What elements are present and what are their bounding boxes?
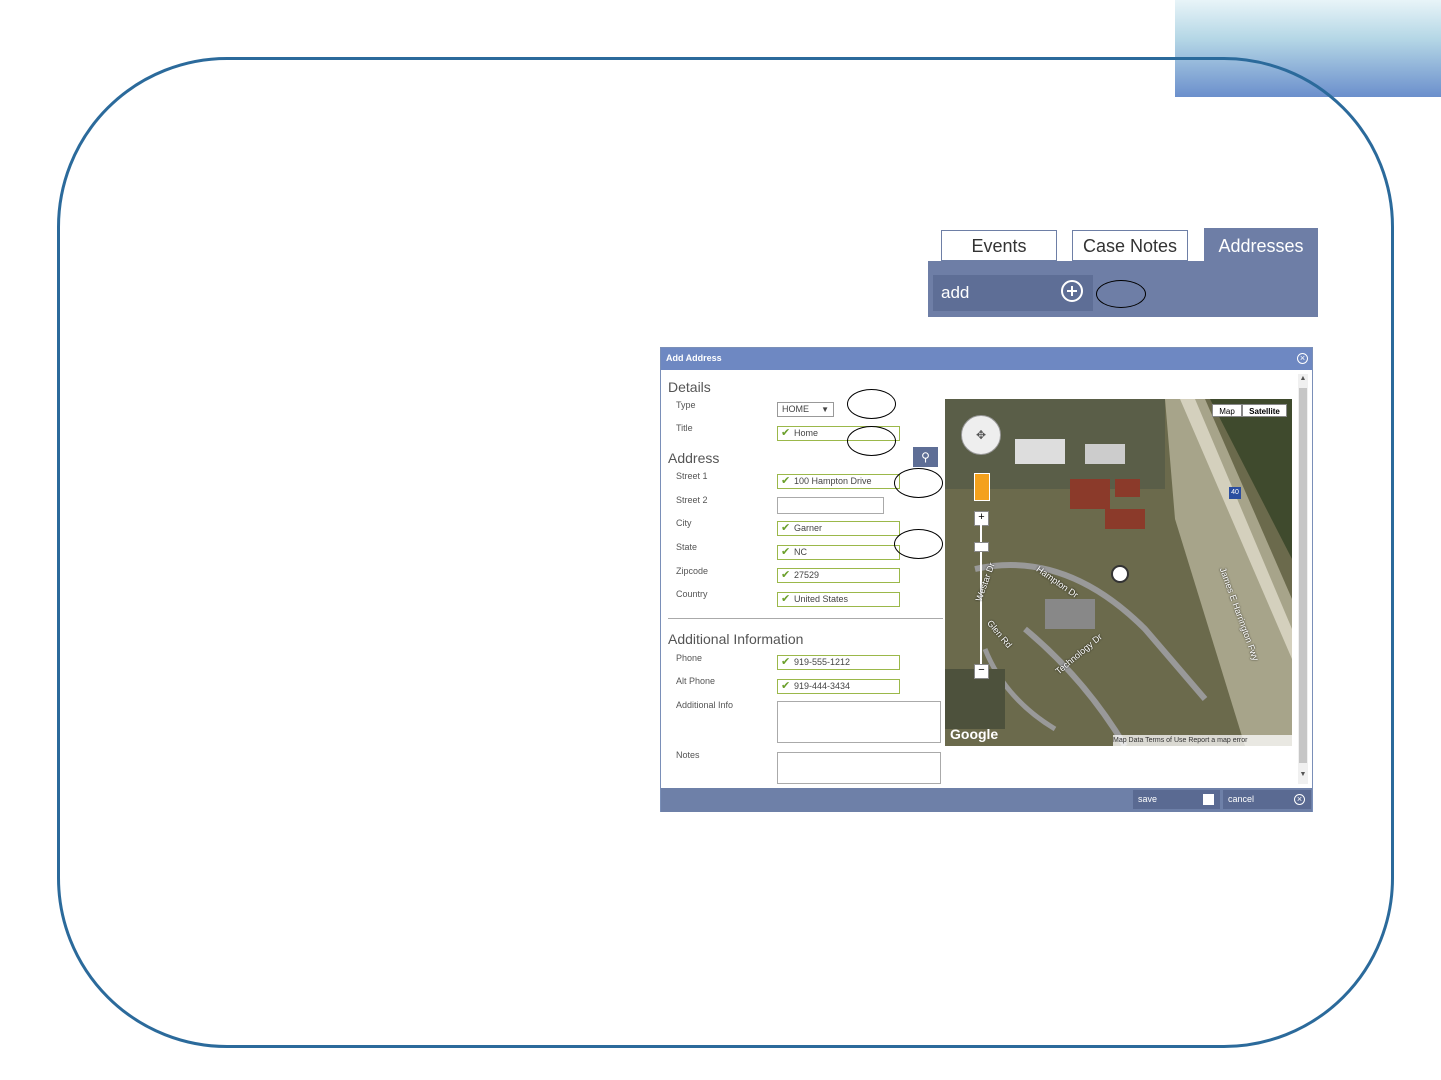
search-icon: ⚲ — [921, 450, 930, 464]
satellite-view-button[interactable]: Satellite — [1242, 404, 1287, 417]
country-label: Country — [676, 589, 708, 599]
chevron-down-icon: ▼ — [821, 405, 829, 414]
section-details: Details — [668, 379, 711, 395]
interstate-shield-icon: 40 — [1229, 487, 1241, 499]
country-field[interactable]: ✔ United States — [777, 592, 900, 607]
floppy-disk-icon — [1203, 794, 1214, 805]
zoom-out-icon[interactable]: − — [974, 664, 989, 679]
street2-field[interactable] — [777, 497, 884, 514]
state-field[interactable]: ✔ NC — [777, 545, 900, 560]
phone-label: Phone — [676, 653, 703, 663]
city-field[interactable]: ✔ Garner — [777, 521, 900, 536]
tab-events[interactable]: Events — [941, 230, 1057, 261]
check-icon: ✔ — [781, 680, 791, 692]
tab-case-notes[interactable]: Case Notes — [1072, 230, 1188, 261]
dialog-header: Add Address × — [661, 348, 1312, 370]
map-view-button[interactable]: Map — [1212, 404, 1242, 417]
check-icon: ✔ — [781, 427, 791, 439]
street1-value: 100 Hampton Drive — [794, 476, 872, 486]
section-address: Address — [668, 450, 720, 466]
cancel-label: cancel — [1228, 794, 1255, 804]
street-view-pegman-icon[interactable] — [974, 473, 990, 501]
type-select-value: HOME — [782, 404, 809, 414]
plus-circle-icon — [1061, 280, 1083, 302]
notes-textarea[interactable] — [777, 752, 941, 784]
additional-info-label: Additional Info — [676, 700, 734, 710]
google-logo: Google — [950, 726, 999, 742]
check-icon: ✔ — [781, 569, 791, 581]
section-divider — [668, 618, 943, 619]
satellite-map[interactable]: Map Satellite ✥ + − 40 Hampton Dr Techno… — [945, 399, 1292, 746]
callout-circle-street — [894, 468, 943, 498]
notes-label: Notes — [676, 750, 700, 760]
zip-label: Zipcode — [676, 566, 709, 576]
dialog-footer: save cancel × — [661, 788, 1312, 812]
state-label: State — [676, 542, 698, 552]
close-icon[interactable]: × — [1297, 353, 1308, 364]
city-label: City — [676, 518, 692, 528]
alt-phone-label: Alt Phone — [676, 676, 716, 686]
alt-phone-value: 919-444-3434 — [794, 681, 851, 691]
title-value: Home — [794, 428, 819, 438]
dialog-scrollbar[interactable]: ▲ ▼ — [1298, 374, 1308, 784]
street1-field[interactable]: ✔ 100 Hampton Drive — [777, 474, 900, 489]
search-address-button[interactable]: ⚲ — [913, 447, 938, 467]
zoom-handle[interactable] — [974, 542, 989, 552]
alt-phone-field[interactable]: ✔ 919-444-3434 — [777, 679, 900, 694]
scroll-thumb[interactable] — [1299, 388, 1307, 763]
add-label: add — [941, 283, 970, 302]
zip-field[interactable]: ✔ 27529 — [777, 568, 900, 583]
check-icon: ✔ — [781, 522, 791, 534]
callout-circle-state — [894, 529, 943, 559]
cancel-button[interactable]: cancel × — [1223, 790, 1311, 809]
cancel-icon: × — [1294, 794, 1305, 805]
scroll-down-icon[interactable]: ▼ — [1299, 771, 1307, 778]
map-footer-links[interactable]: Map Data Terms of Use Report a map error — [1113, 735, 1292, 746]
check-icon: ✔ — [781, 656, 791, 668]
dialog-title: Add Address — [666, 353, 722, 363]
check-icon: ✔ — [781, 546, 791, 558]
section-additional: Additional Information — [668, 631, 804, 647]
callout-circle-type — [847, 389, 896, 419]
country-value: United States — [794, 594, 849, 604]
phone-field[interactable]: ✔ 919-555-1212 — [777, 655, 900, 670]
street1-label: Street 1 — [676, 471, 708, 481]
callout-circle-add — [1096, 280, 1146, 308]
scroll-up-icon[interactable]: ▲ — [1299, 375, 1307, 382]
tab-addresses[interactable]: Addresses — [1204, 228, 1318, 262]
location-marker-icon — [1111, 565, 1129, 583]
check-icon: ✔ — [781, 475, 791, 487]
zip-value: 27529 — [794, 570, 820, 580]
type-label: Type — [676, 400, 696, 410]
street2-label: Street 2 — [676, 495, 708, 505]
add-address-button[interactable]: add — [933, 275, 1093, 311]
city-value: Garner — [794, 523, 823, 533]
title-label: Title — [676, 423, 693, 433]
type-select[interactable]: HOME ▼ — [777, 402, 834, 417]
pan-control[interactable]: ✥ — [961, 415, 1001, 455]
additional-info-textarea[interactable] — [777, 701, 941, 743]
check-icon: ✔ — [781, 593, 791, 605]
callout-circle-title — [847, 426, 896, 456]
save-button[interactable]: save — [1133, 790, 1220, 809]
save-label: save — [1138, 794, 1158, 804]
phone-value: 919-555-1212 — [794, 657, 851, 667]
state-value: NC — [794, 547, 807, 557]
